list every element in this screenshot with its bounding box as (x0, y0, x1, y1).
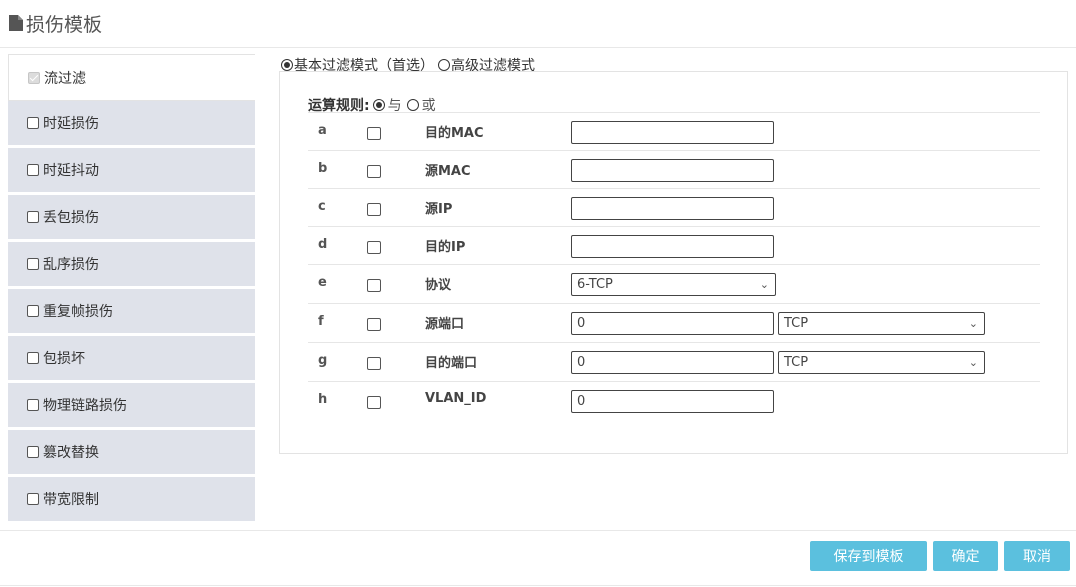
filter-row-dst-port: g 目的端口 0 TCP ⌄ (308, 342, 1040, 380)
row-field-name: 目的MAC (425, 126, 484, 141)
document-icon (9, 15, 23, 31)
src-ip-input[interactable] (571, 197, 774, 220)
filter-row-vlan-id: h VLAN_ID 0 (308, 381, 1040, 419)
row-field-name: 目的端口 (425, 356, 478, 371)
protocol-select[interactable]: 6-TCP ⌄ (571, 273, 776, 296)
row-letter: d (318, 237, 328, 252)
row-checkbox-dst-mac[interactable] (367, 127, 381, 140)
filter-row-src-port: f 源端口 0 TCP ⌄ (308, 303, 1040, 341)
dst-mac-input[interactable] (571, 121, 774, 144)
sidebar-checkbox-corruption[interactable] (27, 352, 39, 364)
basic-mode-radio[interactable] (281, 59, 293, 71)
sidebar-checkbox-jitter[interactable] (27, 164, 39, 176)
sidebar-item-label: 乱序损伤 (43, 257, 99, 273)
and-radio[interactable] (372, 99, 385, 111)
sidebar-item-label: 时延损伤 (43, 116, 99, 132)
row-checkbox-src-mac[interactable] (367, 165, 381, 178)
row-letter: h (318, 392, 328, 407)
filter-row-src-mac: b 源MAC (308, 150, 1040, 188)
chevron-down-icon: ⌄ (968, 356, 978, 369)
dst-port-protocol-select[interactable]: TCP ⌄ (778, 351, 985, 374)
row-checkbox-src-ip[interactable] (367, 203, 381, 216)
header-divider (0, 47, 1076, 48)
src-port-protocol-value: TCP (784, 316, 809, 331)
page-title-area: 损伤模板 (8, 10, 102, 36)
sidebar-item-jitter[interactable]: 时延抖动 (8, 148, 255, 192)
row-letter: g (318, 353, 328, 368)
filter-row-dst-ip: d 目的IP (308, 226, 1040, 264)
filter-row-src-ip: c 源IP (308, 188, 1040, 226)
row-checkbox-dst-port[interactable] (367, 357, 381, 370)
sidebar-item-tamper[interactable]: 篡改替换 (8, 430, 255, 474)
src-mac-input[interactable] (571, 159, 774, 182)
row-field-name: 源IP (425, 202, 453, 217)
footer-bottom-divider (0, 585, 1076, 586)
row-field-name: 目的IP (425, 240, 466, 255)
src-port-protocol-select[interactable]: TCP ⌄ (778, 312, 985, 335)
sidebar-item-reorder[interactable]: 乱序损伤 (8, 242, 255, 286)
row-checkbox-src-port[interactable] (367, 318, 381, 331)
row-field-name: VLAN_ID (425, 391, 487, 406)
footer-divider (0, 530, 1076, 531)
sidebar-item-label: 丢包损伤 (43, 210, 99, 226)
sidebar-item-duplicate[interactable]: 重复帧损伤 (8, 289, 255, 333)
sidebar-item-label: 时延抖动 (43, 163, 99, 179)
row-field-name: 源MAC (425, 164, 471, 179)
save-to-template-button[interactable]: 保存到模板 (810, 541, 927, 571)
sidebar-item-label: 重复帧损伤 (43, 304, 113, 320)
sidebar-checkbox-duplicate[interactable] (27, 305, 39, 317)
sidebar-checkbox-physical-link[interactable] (27, 399, 39, 411)
sidebar-checkbox-bandwidth[interactable] (27, 493, 39, 505)
sidebar-item-flow-filter[interactable]: 流过滤 (8, 54, 255, 101)
filter-row-dst-mac: a 目的MAC (308, 112, 1040, 150)
sidebar-item-physical-link[interactable]: 物理链路损伤 (8, 383, 255, 427)
sidebar-item-label: 流过滤 (44, 70, 86, 87)
row-letter: f (318, 314, 324, 329)
row-field-name: 协议 (425, 278, 452, 293)
dst-port-protocol-value: TCP (784, 355, 809, 370)
row-field-name: 源端口 (425, 317, 465, 332)
confirm-button[interactable]: 确定 (933, 541, 998, 571)
sidebar-item-bandwidth[interactable]: 带宽限制 (8, 477, 255, 521)
sidebar-checkbox-reorder[interactable] (27, 258, 39, 270)
sidebar-item-label: 物理链路损伤 (43, 398, 127, 414)
sidebar-item-label: 带宽限制 (43, 492, 99, 508)
sidebar-checkbox-flow-filter (28, 71, 40, 84)
sidebar-item-corruption[interactable]: 包损坏 (8, 336, 255, 380)
row-letter: b (318, 161, 328, 176)
or-radio[interactable] (406, 99, 419, 111)
sidebar-item-delay[interactable]: 时延损伤 (8, 101, 255, 145)
sidebar-item-label: 篡改替换 (43, 445, 99, 461)
filter-row-protocol: e 协议 6-TCP ⌄ (308, 264, 1040, 302)
cancel-button[interactable]: 取消 (1004, 541, 1070, 571)
sidebar-checkbox-delay[interactable] (27, 117, 39, 129)
row-checkbox-vlan-id[interactable] (367, 396, 381, 409)
row-letter: c (318, 199, 326, 214)
sidebar-item-label: 包损坏 (43, 351, 85, 367)
protocol-select-value: 6-TCP (577, 277, 613, 292)
advanced-mode-radio[interactable] (438, 59, 450, 71)
row-letter: a (318, 123, 327, 138)
dst-ip-input[interactable] (571, 235, 774, 258)
row-checkbox-dst-ip[interactable] (367, 241, 381, 254)
row-letter: e (318, 275, 327, 290)
sidebar-checkbox-tamper[interactable] (27, 446, 39, 458)
row-checkbox-protocol[interactable] (367, 279, 381, 292)
vlan-id-input[interactable]: 0 (571, 390, 774, 413)
sidebar-item-packet-loss[interactable]: 丢包损伤 (8, 195, 255, 239)
chevron-down-icon: ⌄ (759, 278, 769, 291)
sidebar-checkbox-packet-loss[interactable] (27, 211, 39, 223)
page-title: 损伤模板 (26, 13, 103, 36)
src-port-input[interactable]: 0 (571, 312, 774, 335)
dst-port-input[interactable]: 0 (571, 351, 774, 374)
chevron-down-icon: ⌄ (968, 317, 978, 330)
